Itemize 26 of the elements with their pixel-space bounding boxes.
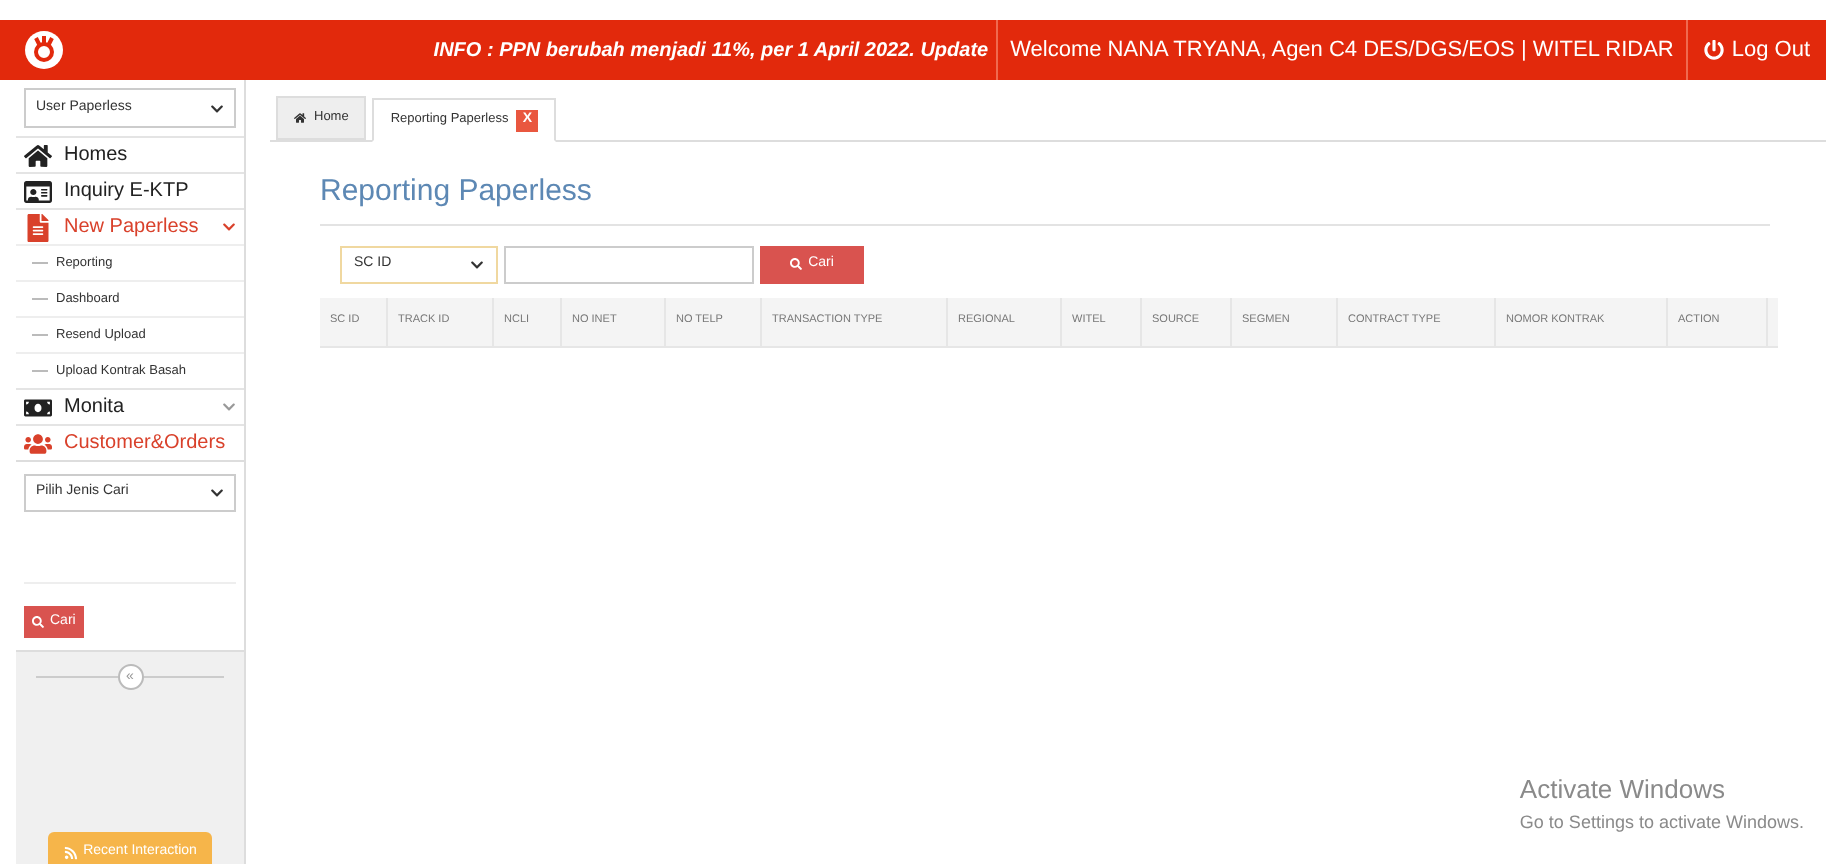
page-title: Reporting Paperless xyxy=(320,170,1770,225)
search-icon xyxy=(790,258,803,270)
logo-icon xyxy=(24,30,64,70)
menu-item[interactable]: New Paperless xyxy=(16,208,244,244)
document-icon xyxy=(24,213,52,241)
welcome-text: Welcome NANA TRYANA, Agen C4 DES/DGS/EOS | WITEL RIDAR xyxy=(996,20,1686,80)
chevron-icon xyxy=(222,220,236,234)
rss-icon xyxy=(63,845,78,859)
activation-title: Activate Windows xyxy=(1519,772,1728,808)
search-field[interactable] xyxy=(504,245,754,283)
chevron-icon xyxy=(210,101,224,115)
search-icon xyxy=(32,616,44,628)
info-text: INFO : PPN berubah menjadi 11%, per 1 April 2022. Update xyxy=(433,37,991,65)
logout-button[interactable]: Log Out xyxy=(1685,20,1826,80)
activation-text: Go to Settings to activate Windows. xyxy=(1519,809,1804,836)
users-icon xyxy=(24,429,52,457)
chevron-icon xyxy=(222,400,236,414)
home-icon xyxy=(294,112,306,124)
power-icon xyxy=(1703,40,1724,60)
id-card-icon xyxy=(24,177,52,205)
menu-item[interactable]: Inquiry E-KTP xyxy=(16,172,244,208)
menu-item[interactable]: Homes xyxy=(16,136,244,172)
menu-item[interactable]: Monita xyxy=(16,388,244,424)
chevron-icon xyxy=(470,257,484,271)
chevron-icon xyxy=(210,486,224,500)
home-icon xyxy=(24,141,52,169)
